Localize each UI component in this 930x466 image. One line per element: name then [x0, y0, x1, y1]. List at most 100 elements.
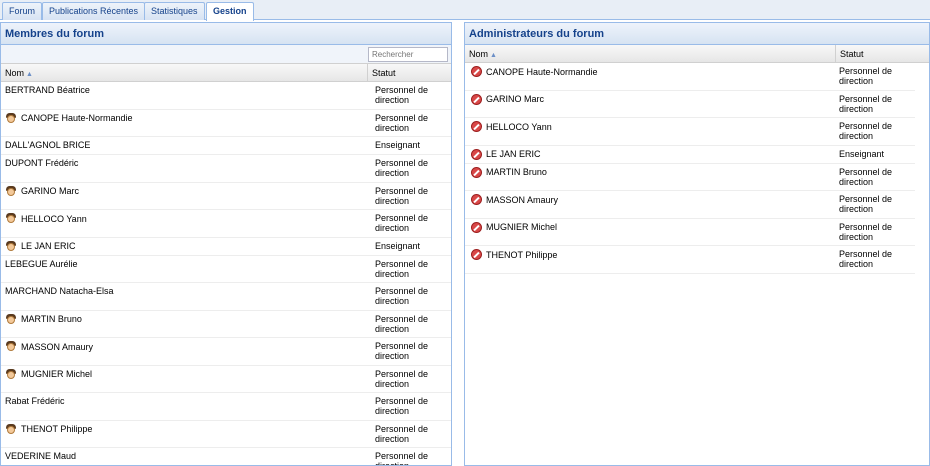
cell-statut: Personnel de direction [375, 369, 428, 389]
user-icon [5, 185, 17, 197]
cell-nom: LE JAN ERIC [471, 148, 541, 160]
user-icon [5, 240, 17, 252]
statut-line: direction [839, 231, 874, 242]
cell-statut: Enseignant [839, 149, 884, 159]
members-toolbar [1, 45, 451, 64]
admins-panel-title: Administrateurs du forum [465, 23, 929, 45]
table-row[interactable]: VEDERINE Maud Personnel de direction [1, 448, 451, 465]
cell-nom: MARCHAND Natacha-Elsa [5, 286, 114, 296]
cell-nom: MUGNIER Michel [5, 368, 93, 380]
remove-admin-icon[interactable] [471, 249, 482, 260]
table-row[interactable]: HELLOCO Yann Personnel de direction [1, 210, 451, 238]
statut-line: Personnel de [375, 368, 429, 379]
name-label: MASSON Amaury [21, 341, 94, 352]
name-label: VEDERINE Maud [5, 451, 77, 461]
cell-statut: Enseignant [375, 140, 420, 150]
statut-line: Enseignant [375, 240, 421, 251]
name-label: THENOT Philippe [21, 424, 93, 434]
table-row[interactable]: THENOT Philippe Personnel de direction [1, 421, 451, 448]
table-row[interactable]: LE JAN ERIC Enseignant [1, 238, 451, 256]
table-row[interactable]: BERTRAND Béatrice Personnel de direction [1, 82, 451, 110]
cell-statut: Personnel de direction [375, 396, 428, 416]
table-row[interactable]: MARCHAND Natacha-Elsa Personnel de directi… [1, 283, 451, 311]
remove-admin-icon[interactable] [471, 121, 482, 132]
column-header-statut-label: Statut [840, 49, 864, 59]
table-row[interactable]: LEBEGUE Aurélie Personnel de direction [1, 256, 451, 283]
table-row[interactable]: GARINO Marc Personnel de direction [465, 91, 915, 118]
name-label: MUGNIER Michel [486, 222, 558, 232]
table-row[interactable]: MASSON Amaury Personnel de direction [1, 338, 451, 366]
table-row[interactable]: THENOT Philippe Personnel de direction [465, 246, 915, 274]
column-header-statut[interactable]: Statut [367, 64, 451, 82]
tab-publications-recentes[interactable]: Publications Récentes [42, 2, 146, 20]
statut-line: direction [839, 259, 874, 269]
tab-gestion[interactable]: Gestion [206, 2, 254, 21]
cell-nom: HELLOCO Yann [5, 213, 87, 224]
cell-statut: Personnel de direction [839, 94, 892, 114]
admins-grid-body: CANOPE Haute-Normandie Personnel de direct… [465, 63, 929, 274]
table-row[interactable]: CANOPE Haute-Normandie Personnel de direct… [1, 110, 451, 137]
statut-line: Personnel de [375, 185, 429, 196]
name-label: HELLOCO Yann [21, 213, 87, 224]
sort-asc-icon: ▲ [26, 71, 33, 78]
column-header-nom[interactable]: Nom ▲ [465, 45, 835, 63]
cell-nom: MARTIN Bruno [5, 313, 82, 325]
cell-nom: GARINO Marc [5, 185, 79, 197]
cell-statut: Personnel de direction [375, 259, 428, 279]
table-row[interactable]: HELLOCO Yann Personnel de direction [465, 118, 915, 146]
cell-nom: CANOPE Haute-Normandie [471, 66, 598, 77]
name-label: CANOPE Haute-Normandie [486, 66, 598, 77]
statut-line: Personnel de [839, 66, 893, 76]
table-row[interactable]: Rabat Frédéric Personnel de direction [1, 393, 451, 421]
column-header-nom[interactable]: Nom ▲ [1, 64, 367, 82]
statut-line: direction [839, 76, 874, 86]
cell-nom: DUPONT Frédéric [5, 158, 78, 168]
cell-statut: Personnel de direction [839, 222, 892, 242]
search-input[interactable] [368, 47, 448, 62]
statut-line: Personnel de [375, 158, 429, 168]
statut-line: Enseignant [375, 140, 421, 150]
table-row[interactable]: DALL'AGNOL BRICE Enseignant [1, 137, 451, 155]
table-row[interactable]: LE JAN ERIC Enseignant [465, 146, 915, 164]
user-icon [5, 313, 17, 325]
table-row[interactable]: MARTIN Bruno Personnel de direction [1, 311, 451, 338]
admins-panel: Administrateurs du forum Nom ▲ Statut CAN… [464, 22, 930, 466]
table-row[interactable]: DUPONT Frédéric Personnel de direction [1, 155, 451, 183]
cell-nom: LE JAN ERIC [5, 240, 76, 252]
column-header-statut-label: Statut [372, 68, 396, 78]
statut-line: direction [375, 268, 410, 279]
name-label: LE JAN ERIC [486, 149, 541, 159]
name-label: MASSON Amaury [486, 194, 559, 205]
remove-admin-icon[interactable] [471, 93, 482, 105]
user-icon [5, 112, 17, 124]
statut-line: direction [839, 204, 874, 214]
table-row[interactable]: MUGNIER Michel Personnel de direction [465, 219, 915, 246]
remove-admin-icon[interactable] [471, 66, 482, 77]
table-row[interactable]: CANOPE Haute-Normandie Personnel de direct… [465, 63, 915, 91]
table-row[interactable]: MARTIN Bruno Personnel de direction [465, 164, 915, 191]
statut-line: direction [375, 122, 410, 133]
cell-nom: THENOT Philippe [5, 423, 93, 435]
name-label: MARCHAND Natacha-Elsa [5, 286, 114, 296]
statut-line: direction [375, 296, 410, 306]
name-label: MARTIN Bruno [21, 314, 82, 324]
table-row[interactable]: GARINO Marc Personnel de direction [1, 183, 451, 210]
statut-line: direction [375, 378, 410, 389]
table-row[interactable]: MASSON Amaury Personnel de direction [465, 191, 915, 219]
remove-admin-icon[interactable] [471, 148, 482, 160]
remove-admin-icon[interactable] [471, 194, 482, 205]
column-header-statut[interactable]: Statut [835, 45, 915, 63]
remove-admin-icon[interactable] [471, 166, 482, 178]
user-icon [5, 213, 17, 224]
tab-bar: Forum Publications Récentes Statistiques… [0, 0, 930, 21]
cell-nom: MASSON Amaury [5, 341, 93, 352]
name-label: MUGNIER Michel [21, 369, 93, 379]
table-row[interactable]: MUGNIER Michel Personnel de direction [1, 366, 451, 393]
tab-statistiques[interactable]: Statistiques [144, 2, 205, 20]
members-grid-body: BERTRAND Béatrice Personnel de direction CA… [1, 82, 451, 465]
tab-forum[interactable]: Forum [2, 2, 43, 20]
cell-nom: VEDERINE Maud [5, 451, 76, 461]
name-label: MARTIN Bruno [486, 167, 547, 177]
remove-admin-icon[interactable] [471, 221, 482, 233]
user-icon [5, 423, 17, 435]
